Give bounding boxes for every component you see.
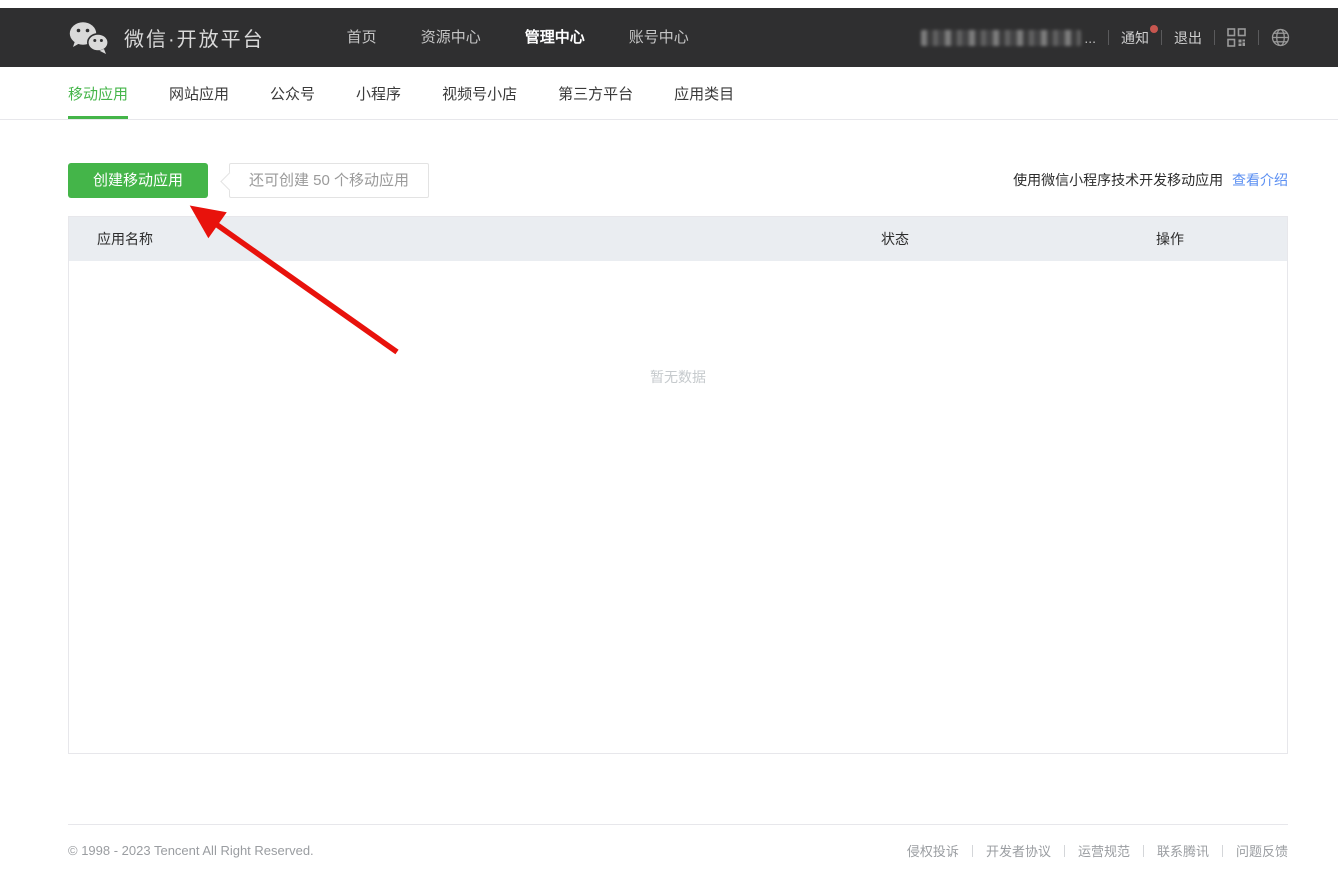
top-whitespace	[0, 0, 1338, 8]
table-body: 暂无数据	[69, 261, 1287, 753]
page-footer: © 1998 - 2023 Tencent All Right Reserved…	[68, 824, 1288, 860]
nav-item-home[interactable]: 首页	[325, 8, 399, 67]
apps-table: 应用名称 状态 操作 暂无数据	[68, 216, 1288, 754]
nav-item-account[interactable]: 账号中心	[607, 8, 711, 67]
empty-state-text: 暂无数据	[69, 261, 1287, 387]
notice-label: 通知	[1121, 30, 1149, 46]
qr-code-icon[interactable]	[1227, 28, 1246, 47]
separator	[1143, 845, 1144, 857]
footer-link-contact-tencent[interactable]: 联系腾讯	[1157, 841, 1209, 860]
notice-badge-dot	[1150, 25, 1158, 33]
hint-text-wrap: 使用微信小程序技术开发移动应用 查看介绍	[1013, 170, 1288, 190]
header-user-area: ... 通知 退出	[921, 28, 1290, 48]
quota-tooltip: 还可创建 50 个移动应用	[229, 163, 429, 198]
brand[interactable]: 微信·开放平台	[68, 20, 265, 56]
nav-item-management[interactable]: 管理中心	[503, 8, 607, 67]
column-header-action: 操作	[1156, 229, 1287, 249]
notice-link[interactable]: 通知	[1121, 28, 1149, 48]
main-content: 创建移动应用 还可创建 50 个移动应用 使用微信小程序技术开发移动应用 查看介…	[68, 162, 1288, 754]
separator	[1161, 30, 1162, 45]
tab-mini-program[interactable]: 小程序	[356, 67, 401, 119]
footer-links: 侵权投诉 开发者协议 运营规范 联系腾讯 问题反馈	[907, 841, 1288, 860]
blurred-account-name[interactable]	[921, 30, 1081, 46]
view-intro-link[interactable]: 查看介绍	[1232, 172, 1288, 188]
copyright-text: © 1998 - 2023 Tencent All Right Reserved…	[68, 843, 314, 858]
tab-app-category[interactable]: 应用类目	[674, 67, 734, 119]
separator	[1258, 30, 1259, 45]
separator	[972, 845, 973, 857]
column-header-app-name: 应用名称	[69, 229, 881, 249]
header-nav: 首页 资源中心 管理中心 账号中心	[325, 8, 711, 67]
toolbar: 创建移动应用 还可创建 50 个移动应用 使用微信小程序技术开发移动应用 查看介…	[68, 162, 1288, 198]
table-header-row: 应用名称 状态 操作	[69, 217, 1287, 261]
footer-link-infringement[interactable]: 侵权投诉	[907, 841, 959, 860]
separator	[1214, 30, 1215, 45]
footer-link-developer-agreement[interactable]: 开发者协议	[986, 841, 1051, 860]
create-mobile-app-button[interactable]: 创建移动应用	[68, 163, 208, 198]
tab-mobile-app[interactable]: 移动应用	[68, 67, 128, 119]
wechat-logo-icon	[68, 20, 110, 56]
separator	[1108, 30, 1109, 45]
tab-website-app[interactable]: 网站应用	[169, 67, 229, 119]
separator	[1064, 845, 1065, 857]
nav-item-resources[interactable]: 资源中心	[399, 8, 503, 67]
tab-official-account[interactable]: 公众号	[270, 67, 315, 119]
column-header-status: 状态	[881, 229, 1156, 249]
language-globe-icon[interactable]	[1271, 28, 1290, 47]
app-type-tabbar: 移动应用 网站应用 公众号 小程序 视频号小店 第三方平台 应用类目	[0, 67, 1338, 120]
tab-channels-shop[interactable]: 视频号小店	[442, 67, 517, 119]
top-header: 微信·开放平台 首页 资源中心 管理中心 账号中心 ... 通知 退出	[0, 8, 1338, 67]
logout-link[interactable]: 退出	[1174, 28, 1202, 48]
account-ellipsis: ...	[1084, 30, 1096, 46]
brand-title: 微信·开放平台	[124, 23, 265, 52]
separator	[1222, 845, 1223, 857]
footer-link-feedback[interactable]: 问题反馈	[1236, 841, 1288, 860]
footer-link-operation-rules[interactable]: 运营规范	[1078, 841, 1130, 860]
tab-third-party-platform[interactable]: 第三方平台	[558, 67, 633, 119]
hint-text: 使用微信小程序技术开发移动应用	[1013, 172, 1223, 188]
